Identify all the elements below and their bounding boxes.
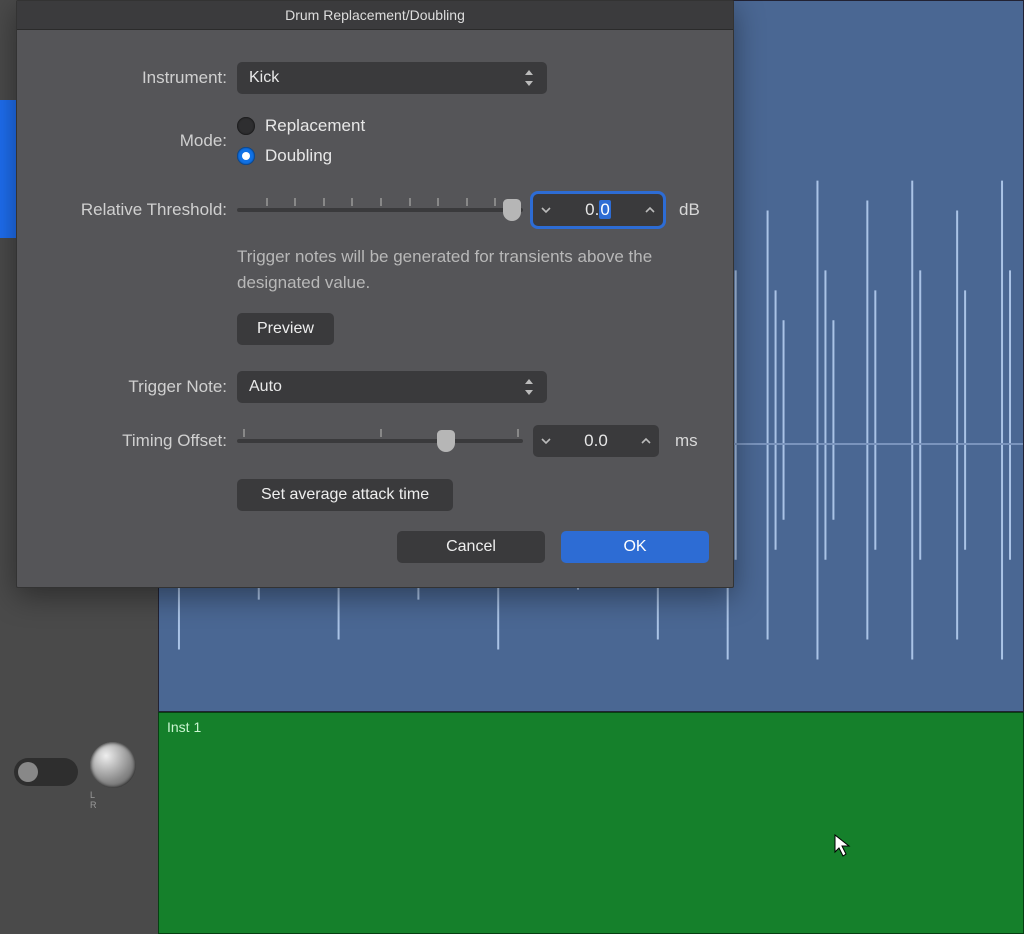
- instrument-dropdown[interactable]: Kick: [237, 62, 547, 94]
- instrument-value: Kick: [249, 69, 279, 87]
- trigger-value: Auto: [249, 378, 282, 396]
- threshold-value: 0.0: [559, 200, 637, 220]
- set-attack-button[interactable]: Set average attack time: [237, 479, 453, 511]
- radio-icon: [237, 117, 255, 135]
- mode-label: Mode:: [17, 131, 237, 151]
- threshold-label: Relative Threshold:: [17, 200, 237, 220]
- channel-strip: L R: [0, 712, 158, 934]
- mode-doubling[interactable]: Doubling: [237, 146, 365, 166]
- chevron-down-icon[interactable]: [533, 436, 559, 446]
- dialog-title: Drum Replacement/Doubling: [17, 1, 733, 30]
- threshold-stepper[interactable]: 0.0: [533, 194, 663, 226]
- pan-label: L R: [90, 790, 136, 810]
- trigger-note-dropdown[interactable]: Auto: [237, 371, 547, 403]
- midi-region-inst1[interactable]: Inst 1: [158, 712, 1024, 934]
- offset-unit: ms: [675, 431, 698, 451]
- chevron-down-icon[interactable]: [533, 205, 559, 215]
- mode-replacement[interactable]: Replacement: [237, 116, 365, 136]
- radio-icon: [237, 147, 255, 165]
- offset-label: Timing Offset:: [17, 431, 237, 451]
- chevron-up-icon[interactable]: [637, 205, 663, 215]
- ok-button[interactable]: OK: [561, 531, 709, 563]
- updown-icon: [523, 70, 535, 86]
- updown-icon: [523, 379, 535, 395]
- threshold-unit: dB: [679, 200, 700, 220]
- pan-knob[interactable]: [90, 742, 136, 788]
- threshold-slider[interactable]: [237, 196, 523, 224]
- offset-stepper[interactable]: 0.0: [533, 425, 659, 457]
- offset-value: 0.0: [559, 431, 633, 451]
- trigger-label: Trigger Note:: [17, 377, 237, 397]
- offset-slider[interactable]: [237, 427, 523, 455]
- drum-replacement-dialog: Drum Replacement/Doubling Instrument: Ki…: [16, 0, 734, 588]
- preview-button[interactable]: Preview: [237, 313, 334, 345]
- chevron-up-icon[interactable]: [633, 436, 659, 446]
- track-toggle[interactable]: [14, 758, 78, 786]
- cancel-button[interactable]: Cancel: [397, 531, 545, 563]
- instrument-label: Instrument:: [17, 68, 237, 88]
- threshold-help-text: Trigger notes will be generated for tran…: [237, 244, 707, 295]
- mode-opt-label: Replacement: [265, 116, 365, 136]
- mode-opt-label: Doubling: [265, 146, 332, 166]
- region-label: Inst 1: [167, 719, 201, 735]
